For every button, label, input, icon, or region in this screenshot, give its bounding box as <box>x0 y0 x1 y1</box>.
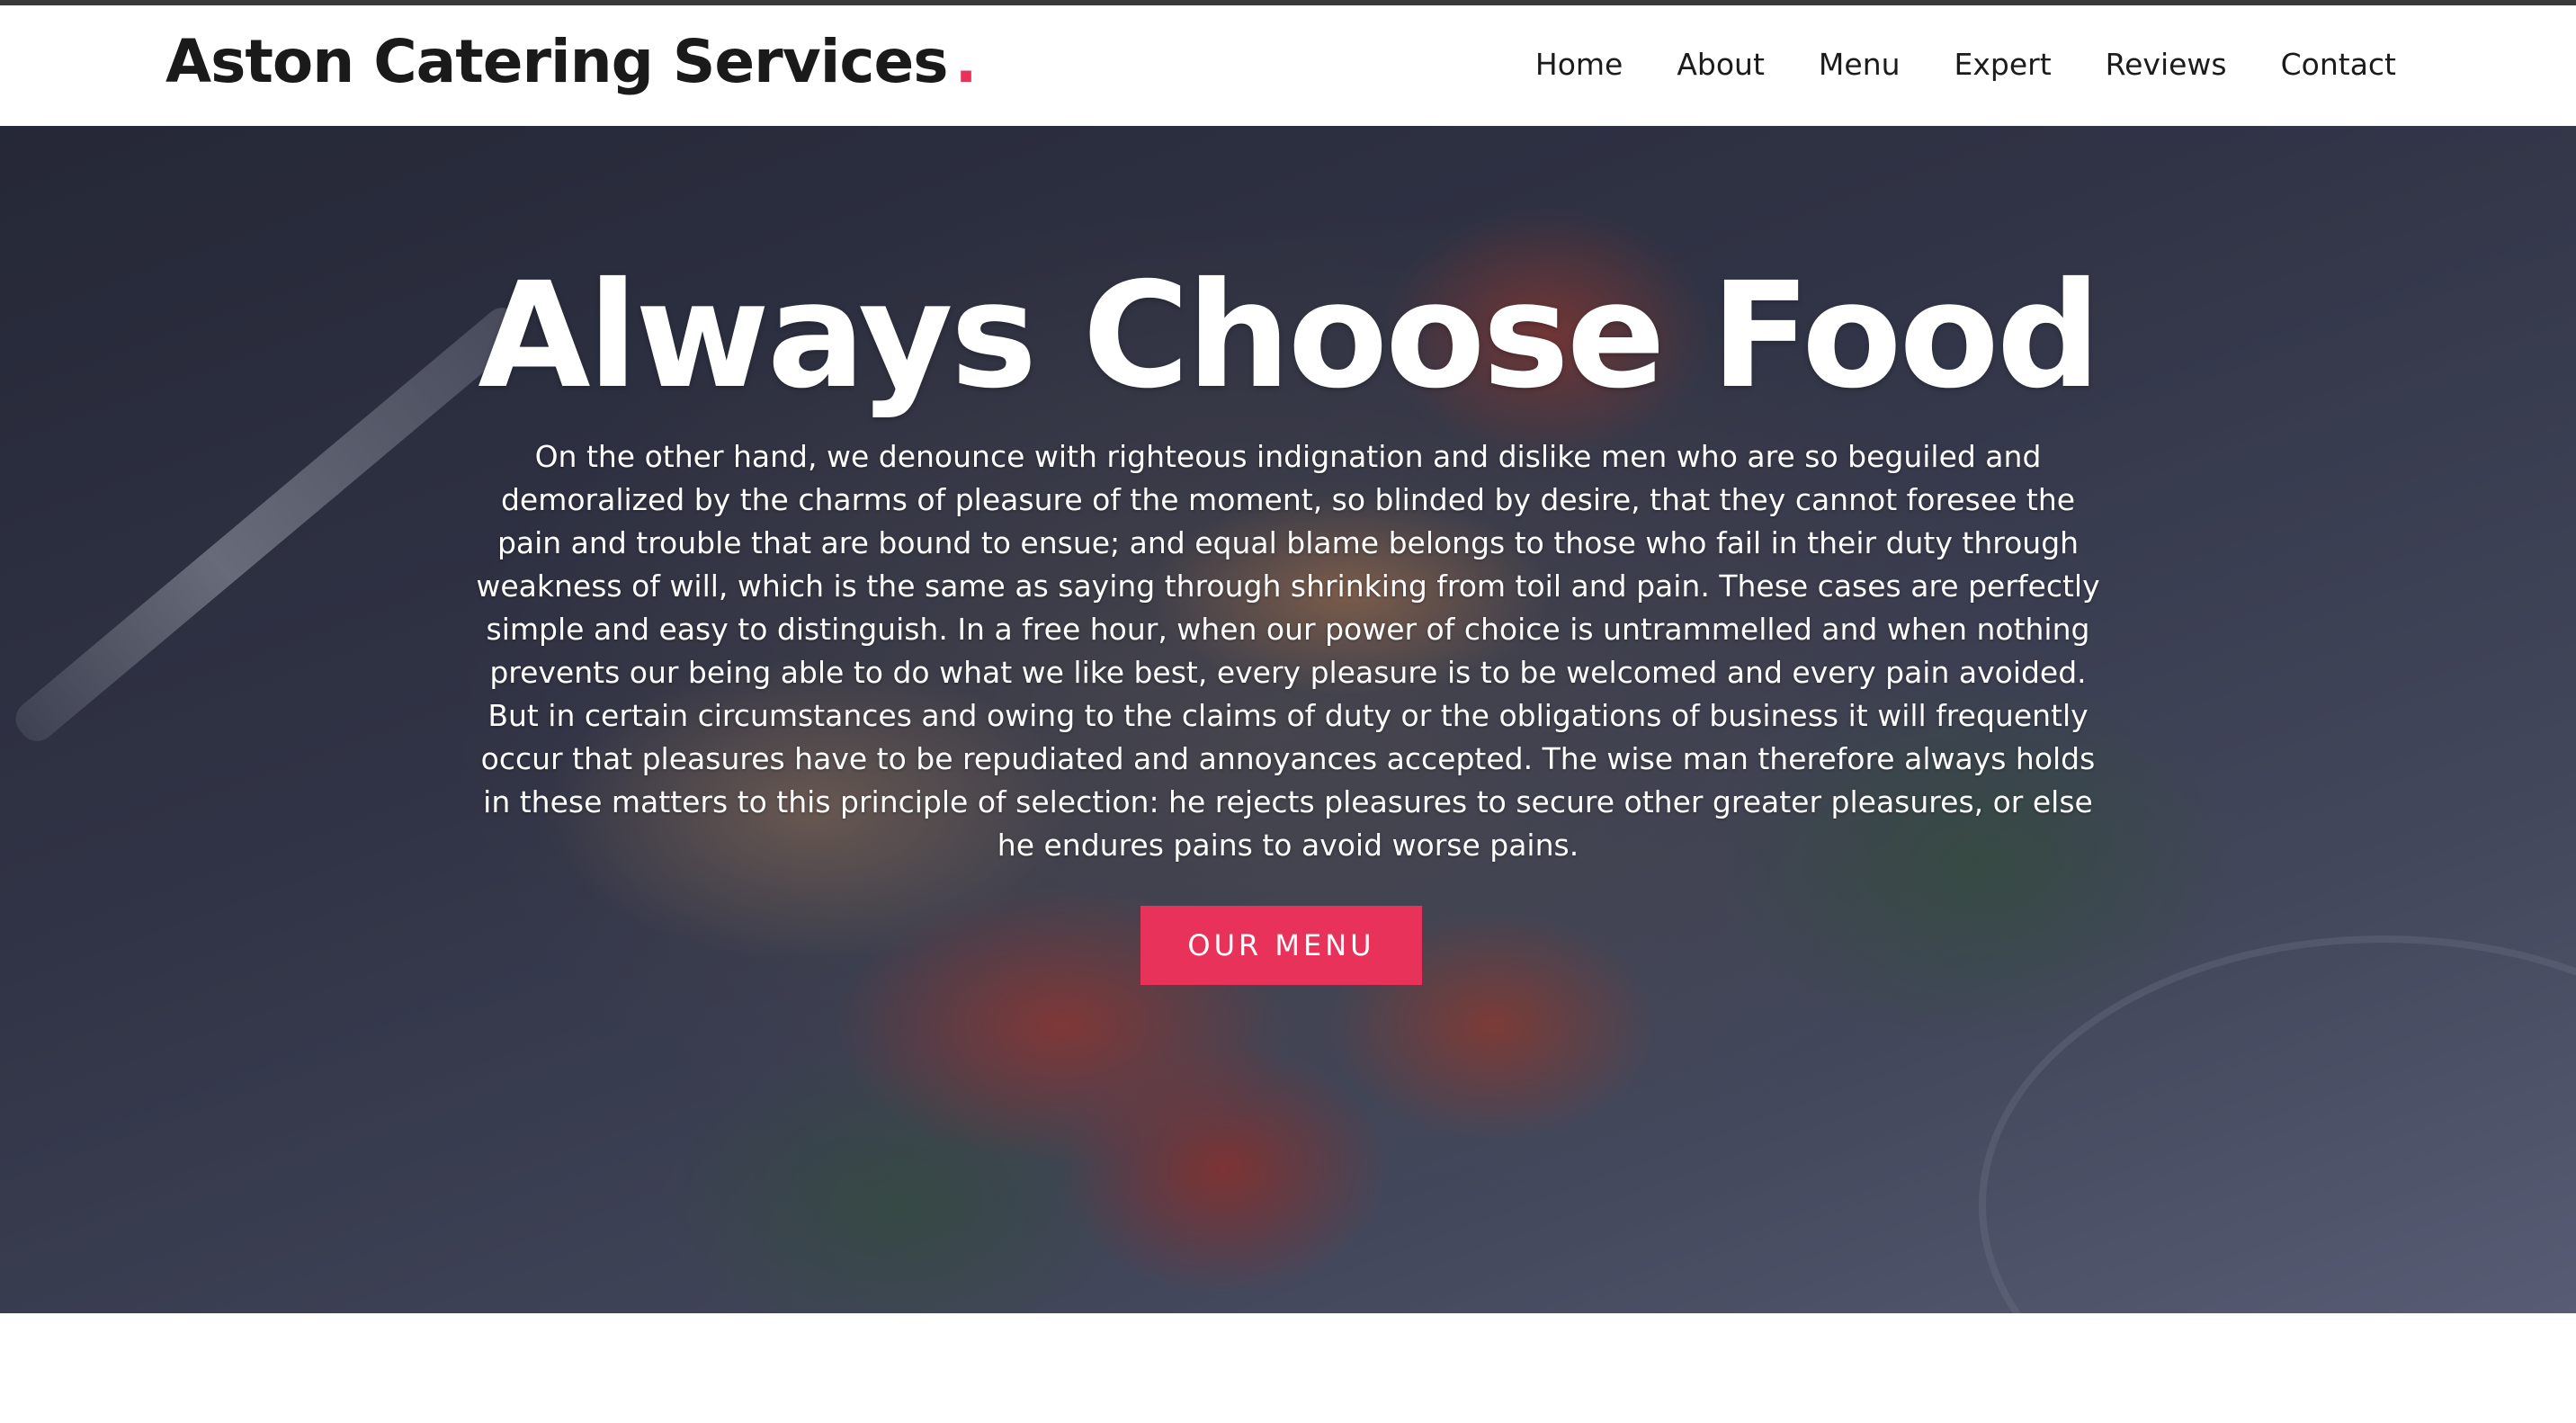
main-nav: Home About Menu Expert Reviews Contact <box>1535 47 2396 82</box>
nav-link-home[interactable]: Home <box>1535 47 1623 82</box>
hero-description: On the other hand, we denounce with righ… <box>476 439 2100 863</box>
nav-link-menu[interactable]: Menu <box>1819 47 1901 82</box>
nav-link-reviews[interactable]: Reviews <box>2106 47 2227 82</box>
our-menu-button[interactable]: OUR MENU <box>1140 906 1422 985</box>
site-header: Aston Catering Services. Home About Menu… <box>0 5 2576 126</box>
brand-logo[interactable]: Aston Catering Services. <box>165 27 978 96</box>
brand-name: Aston Catering Services <box>165 27 949 96</box>
hero-title: Always Choose Food <box>478 252 2101 421</box>
nav-link-expert[interactable]: Expert <box>1954 47 2052 82</box>
brand-dot: . <box>954 27 978 96</box>
hero-section: Always Choose Food On the other hand, we… <box>0 126 2576 1313</box>
nav-link-contact[interactable]: Contact <box>2281 47 2396 82</box>
nav-link-about[interactable]: About <box>1677 47 1765 82</box>
